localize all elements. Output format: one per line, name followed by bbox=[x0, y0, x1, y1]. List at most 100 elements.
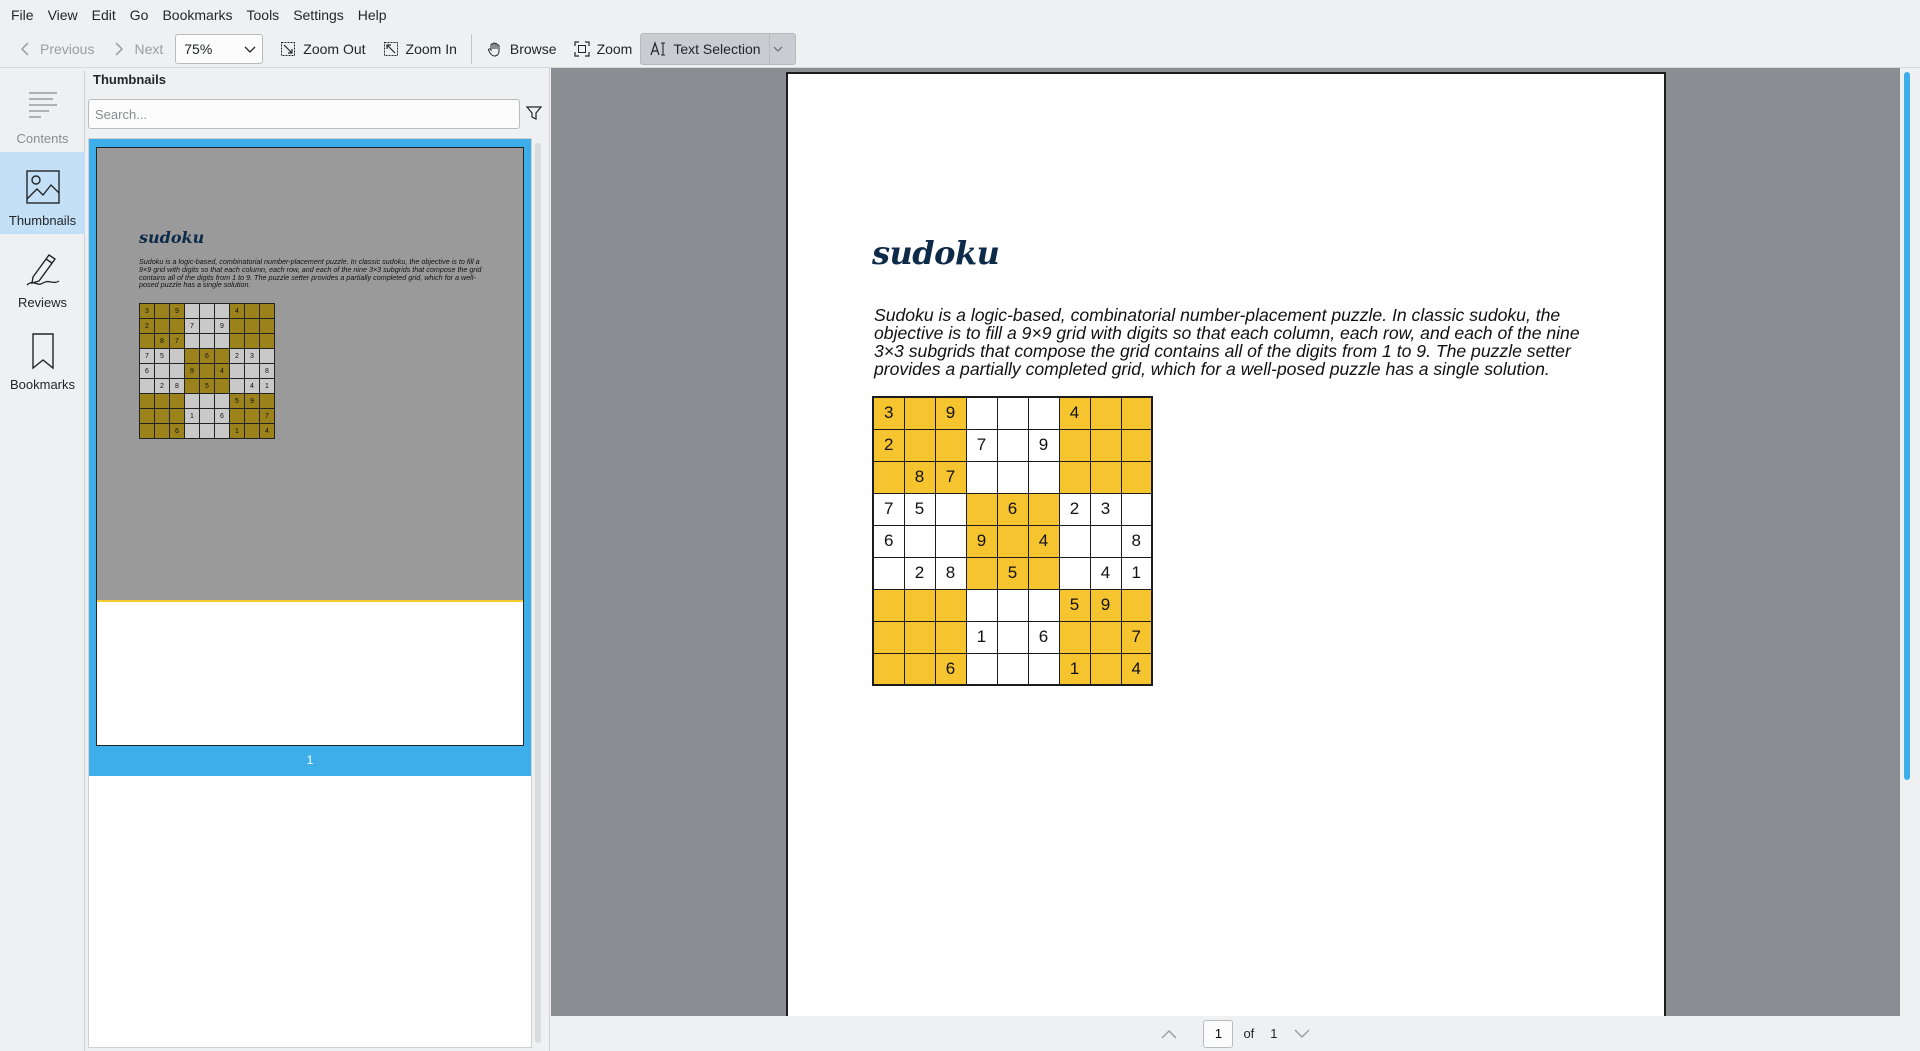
sudoku-cell bbox=[169, 393, 185, 409]
menu-edit[interactable]: Edit bbox=[85, 0, 123, 30]
menu-file[interactable]: File bbox=[4, 0, 41, 30]
chevron-down-icon[interactable] bbox=[768, 32, 787, 65]
sudoku-cell: 5 bbox=[229, 393, 245, 409]
sudoku-cell bbox=[139, 408, 155, 424]
thumbnail-sudoku-row: 87 bbox=[139, 333, 275, 349]
menu-settings[interactable]: Settings bbox=[286, 0, 351, 30]
sudoku-cell: 4 bbox=[259, 423, 275, 439]
thumbnail-sudoku-row: 39 4 bbox=[139, 303, 275, 319]
sudoku-cell bbox=[996, 620, 1029, 654]
sudoku-cell bbox=[1089, 652, 1122, 686]
sudoku-cell: 8 bbox=[934, 556, 967, 590]
sudoku-cell: 1 bbox=[184, 408, 200, 424]
sudoku-cell bbox=[965, 396, 998, 430]
sudoku-cell bbox=[169, 363, 185, 379]
text-cursor-icon bbox=[649, 40, 667, 58]
sudoku-cell bbox=[214, 423, 230, 439]
sudoku-cell: 1 bbox=[965, 620, 998, 654]
sudoku-row: 16 7 bbox=[872, 620, 1153, 654]
sidebar-tab-label: Bookmarks bbox=[9, 377, 76, 392]
sudoku-cell bbox=[154, 408, 170, 424]
document-scrollbar-track bbox=[1900, 68, 1920, 1016]
sudoku-cell bbox=[1089, 460, 1122, 494]
sudoku-row: 87 bbox=[872, 460, 1153, 494]
filter-icon[interactable] bbox=[525, 104, 545, 124]
sudoku-grid: 394279877562369482854159167614 bbox=[872, 396, 1153, 686]
sudoku-cell bbox=[229, 333, 245, 349]
menu-go[interactable]: Go bbox=[123, 0, 156, 30]
sudoku-cell bbox=[214, 303, 230, 319]
menu-view[interactable]: View bbox=[41, 0, 85, 30]
sudoku-cell bbox=[903, 588, 936, 622]
sidebar-tab-thumbnails[interactable]: Thumbnails bbox=[0, 152, 85, 234]
thumbnail-scrollbar[interactable] bbox=[535, 143, 541, 1043]
total-pages-label: 1 bbox=[1270, 1026, 1278, 1041]
sudoku-cell bbox=[1120, 428, 1153, 462]
sudoku-cell bbox=[199, 318, 215, 334]
next-button[interactable]: Next bbox=[102, 33, 171, 65]
sudoku-cell bbox=[965, 492, 998, 526]
thumbnail-search-input[interactable] bbox=[88, 99, 520, 129]
sudoku-cell bbox=[199, 333, 215, 349]
sudoku-cell bbox=[903, 620, 936, 654]
zoom-level-value: 75% bbox=[184, 40, 213, 57]
sudoku-cell: 5 bbox=[1058, 588, 1091, 622]
sudoku-cell bbox=[1058, 620, 1091, 654]
sidebar-tab-label: Reviews bbox=[17, 295, 68, 310]
sudoku-cell bbox=[214, 333, 230, 349]
text-selection-label: Text Selection bbox=[673, 40, 761, 57]
document-intro-text: Sudoku is a logic-based, combinatorial n… bbox=[874, 305, 1580, 379]
sudoku-cell bbox=[244, 333, 260, 349]
sudoku-cell: 4 bbox=[1089, 556, 1122, 590]
zoom-in-button[interactable]: Zoom In bbox=[374, 33, 465, 65]
sudoku-cell bbox=[1058, 460, 1091, 494]
sudoku-cell: 6 bbox=[214, 408, 230, 424]
thumbnail-preview: sudoku Sudoku is a logic-based, combinat… bbox=[96, 147, 524, 746]
sudoku-cell: 8 bbox=[259, 363, 275, 379]
next-page-button[interactable] bbox=[1292, 1024, 1312, 1044]
sudoku-cell bbox=[244, 318, 260, 334]
browse-tool-button[interactable]: Browse bbox=[478, 33, 565, 65]
page-number-input[interactable] bbox=[1203, 1019, 1234, 1048]
sudoku-cell bbox=[872, 556, 905, 590]
sudoku-cell: 9 bbox=[169, 303, 185, 319]
sudoku-cell: 8 bbox=[903, 460, 936, 494]
zoom-tool-button[interactable]: Zoom bbox=[565, 33, 641, 65]
sidebar-tab-bookmarks[interactable]: Bookmarks bbox=[0, 316, 85, 398]
sudoku-cell bbox=[996, 524, 1029, 558]
sudoku-cell bbox=[1089, 428, 1122, 462]
zoom-level-combo[interactable]: 75% bbox=[175, 33, 264, 64]
sudoku-cell: 7 bbox=[169, 333, 185, 349]
previous-page-button[interactable] bbox=[1159, 1024, 1179, 1044]
sudoku-cell bbox=[259, 348, 275, 364]
sudoku-cell: 8 bbox=[169, 378, 185, 394]
thumbnail-title: sudoku bbox=[139, 228, 205, 247]
zoom-select-icon bbox=[573, 40, 591, 58]
sudoku-cell: 6 bbox=[139, 363, 155, 379]
sudoku-cell bbox=[184, 378, 200, 394]
previous-button[interactable]: Previous bbox=[8, 33, 102, 65]
sudoku-cell: 6 bbox=[1027, 620, 1060, 654]
text-selection-tool-button[interactable]: Text Selection bbox=[640, 32, 796, 65]
menu-help[interactable]: Help bbox=[351, 0, 394, 30]
menu-bookmarks[interactable]: Bookmarks bbox=[155, 0, 239, 30]
sidebar-tab-contents[interactable]: Contents bbox=[0, 70, 85, 152]
sudoku-cell bbox=[169, 408, 185, 424]
hand-icon bbox=[486, 40, 504, 58]
sudoku-cell: 7 bbox=[934, 460, 967, 494]
thumbnail-sudoku-row: 285 41 bbox=[139, 378, 275, 394]
sudoku-cell: 3 bbox=[139, 303, 155, 319]
sudoku-cell bbox=[903, 652, 936, 686]
menu-tools[interactable]: Tools bbox=[240, 0, 287, 30]
sudoku-cell bbox=[1089, 396, 1122, 430]
sudoku-cell bbox=[139, 378, 155, 394]
document-view[interactable]: sudoku Sudoku is a logic-based, combinat… bbox=[551, 68, 1900, 1016]
sidebar-tab-reviews[interactable]: Reviews bbox=[0, 234, 85, 316]
sudoku-cell bbox=[872, 460, 905, 494]
sudoku-cell bbox=[199, 408, 215, 424]
thumbnail-page-1[interactable]: sudoku Sudoku is a logic-based, combinat… bbox=[89, 139, 531, 776]
sudoku-cell bbox=[184, 303, 200, 319]
document-scrollbar[interactable] bbox=[1904, 72, 1910, 780]
zoom-out-button[interactable]: Zoom Out bbox=[271, 33, 373, 65]
sudoku-cell bbox=[1089, 620, 1122, 654]
